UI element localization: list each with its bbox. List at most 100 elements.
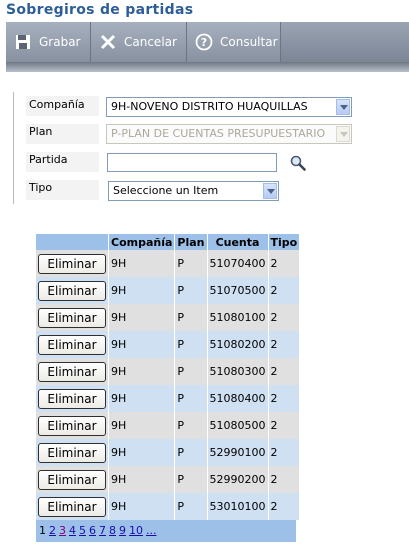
cell-cuenta: 51080100	[207, 304, 269, 331]
delete-button[interactable]: Eliminar	[38, 415, 106, 436]
toolbar-shadow	[6, 62, 409, 72]
page-link[interactable]: 9	[119, 524, 126, 537]
delete-cell: Eliminar	[36, 250, 109, 277]
cancel-button[interactable]: Cancelar	[91, 22, 187, 62]
cell-cuenta: 51080300	[207, 358, 269, 385]
delete-button[interactable]: Eliminar	[38, 307, 106, 328]
table-row: Eliminar 9H P 53010100 2	[36, 493, 301, 520]
table-row: Eliminar 9H P 51080400 2	[36, 385, 301, 412]
search-icon[interactable]	[290, 155, 306, 171]
delete-button[interactable]: Eliminar	[38, 253, 106, 274]
page-link[interactable]: 8	[109, 524, 116, 537]
delete-button[interactable]: Eliminar	[38, 469, 106, 490]
col-header-tipo[interactable]: Tipo	[268, 234, 301, 250]
page-link[interactable]: 2	[49, 524, 56, 537]
cell-tipo: 2	[268, 385, 301, 412]
consult-label: Consultar	[220, 35, 278, 49]
save-button[interactable]: Grabar	[6, 22, 91, 62]
cell-tipo: 2	[268, 304, 301, 331]
partidas-grid: Compañía Plan Cuenta Tipo Eliminar 9H P 510…	[36, 234, 301, 542]
consult-button[interactable]: ? Consultar	[187, 22, 281, 62]
delete-button[interactable]: Eliminar	[38, 388, 106, 409]
page-link[interactable]: 5	[79, 524, 86, 537]
delete-button[interactable]: Eliminar	[38, 361, 106, 382]
cell-cuenta: 52990100	[207, 439, 269, 466]
cell-plan: P	[174, 358, 208, 385]
page-link[interactable]: 6	[89, 524, 96, 537]
col-header-plan[interactable]: Plan	[174, 234, 208, 250]
partida-input[interactable]	[107, 153, 277, 172]
cell-compania: 9H	[108, 250, 176, 277]
cell-compania: 9H	[108, 385, 176, 412]
delete-cell: Eliminar	[36, 358, 109, 385]
pagination: 1 2 3 4 5 6 7 8 9 10...	[36, 520, 296, 542]
page-link[interactable]: 4	[69, 524, 76, 537]
table-row: Eliminar 9H P 51080300 2	[36, 358, 301, 385]
form-divider	[13, 92, 14, 204]
compania-label: Compañía	[29, 98, 85, 111]
cell-compania: 9H	[108, 358, 176, 385]
help-icon: ?	[195, 33, 213, 51]
page-current: 1	[39, 524, 46, 537]
table-row: Eliminar 9H P 51080100 2	[36, 304, 301, 331]
cell-compania: 9H	[108, 412, 176, 439]
delete-button[interactable]: Eliminar	[38, 442, 106, 463]
cell-cuenta: 51080400	[207, 385, 269, 412]
cell-plan: P	[174, 277, 208, 304]
cell-plan: P	[174, 493, 208, 520]
cell-tipo: 2	[268, 412, 301, 439]
save-label: Grabar	[39, 35, 81, 49]
tipo-select[interactable]: Seleccione un Item	[108, 181, 279, 201]
cell-compania: 9H	[108, 331, 176, 358]
cell-plan: P	[174, 250, 208, 277]
cell-plan: P	[174, 439, 208, 466]
cell-compania: 9H	[108, 493, 176, 520]
cancel-label: Cancelar	[124, 35, 177, 49]
cell-compania: 9H	[108, 304, 176, 331]
page-link[interactable]: ...	[146, 524, 157, 537]
cell-plan: P	[174, 466, 208, 493]
plan-label: Plan	[29, 125, 53, 138]
table-row: Eliminar 9H P 51070400 2	[36, 250, 301, 277]
chevron-down-icon[interactable]	[263, 183, 277, 199]
svg-text:?: ?	[201, 36, 207, 49]
cell-cuenta: 51080200	[207, 331, 269, 358]
delete-cell: Eliminar	[36, 385, 109, 412]
cell-plan: P	[174, 331, 208, 358]
cell-cuenta: 51070500	[207, 277, 269, 304]
chevron-down-icon[interactable]	[336, 99, 350, 115]
page-title: Sobregiros de partidas	[6, 2, 194, 18]
table-row: Eliminar 9H P 51080500 2	[36, 412, 301, 439]
col-header-compania[interactable]: Compañía	[108, 234, 176, 250]
close-icon	[99, 33, 117, 51]
compania-select[interactable]: 9H-NOVENO DISTRITO HUAQUILLAS	[106, 97, 352, 117]
page-link[interactable]: 7	[99, 524, 106, 537]
delete-cell: Eliminar	[36, 412, 109, 439]
cell-cuenta: 52990200	[207, 466, 269, 493]
delete-button[interactable]: Eliminar	[38, 496, 106, 517]
page-link[interactable]: 10	[129, 524, 143, 537]
cell-plan: P	[174, 412, 208, 439]
tipo-value: Seleccione un Item	[113, 184, 219, 197]
table-body: Eliminar 9H P 51070400 2 Eliminar 9H P 51070500 2…	[36, 250, 301, 520]
delete-cell: Eliminar	[36, 304, 109, 331]
delete-cell: Eliminar	[36, 439, 109, 466]
cell-cuenta: 53010100	[207, 493, 269, 520]
cell-tipo: 2	[268, 466, 301, 493]
cell-tipo: 2	[268, 493, 301, 520]
delete-button[interactable]: Eliminar	[38, 280, 106, 301]
cell-tipo: 2	[268, 250, 301, 277]
delete-cell: Eliminar	[36, 277, 109, 304]
table-row: Eliminar 9H P 52990100 2	[36, 439, 301, 466]
delete-button[interactable]: Eliminar	[38, 334, 106, 355]
cell-tipo: 2	[268, 331, 301, 358]
col-header-actions	[36, 234, 109, 250]
cell-tipo: 2	[268, 439, 301, 466]
cell-tipo: 2	[268, 277, 301, 304]
page-link[interactable]: 3	[59, 524, 66, 537]
col-header-cuenta[interactable]: Cuenta	[207, 234, 269, 250]
table-row: Eliminar 9H P 51070500 2	[36, 277, 301, 304]
toolbar: Grabar Cancelar ? Consultar	[6, 22, 409, 62]
tipo-label: Tipo	[29, 181, 53, 194]
cell-cuenta: 51070400	[207, 250, 269, 277]
